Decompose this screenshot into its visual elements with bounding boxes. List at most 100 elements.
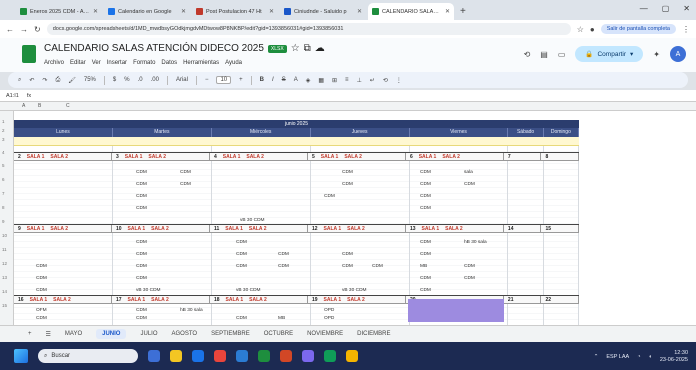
day-cell[interactable]: 18 SALA 1 SALA 2 [210, 296, 308, 303]
day-cell[interactable]: 3 SALA 1 SALA 2 [112, 153, 210, 160]
booking-entry[interactable]: CDM [324, 194, 335, 199]
day-cell[interactable]: 12 SALA 1 SALA 2 [308, 225, 406, 232]
word-icon[interactable] [236, 350, 248, 362]
day-cell[interactable]: 17 SALA 1 SALA 2 [112, 296, 210, 303]
search-menus-icon[interactable]: ⌕ [18, 77, 21, 84]
booking-entry[interactable]: CDM [236, 264, 247, 269]
maximize-icon[interactable]: ▢ [662, 4, 670, 13]
sheet-tab-julio[interactable]: JULIO [140, 331, 157, 337]
decimal-decrease-icon[interactable]: .0 [138, 77, 143, 83]
day-cell[interactable]: 19 SALA 1 SALA 2 [308, 296, 406, 303]
browser-tab-2[interactable]: Post Postulacion 47 Ht ✕ [192, 3, 278, 20]
booking-entry[interactable]: CDM [420, 206, 431, 211]
booking-entry[interactable]: CDM [36, 264, 47, 269]
move-folder-icon[interactable]: ⧉ [304, 43, 311, 54]
fill-color-icon[interactable]: ◈ [306, 77, 311, 84]
history-icon[interactable]: ⟲ [524, 50, 531, 59]
booking-entry[interactable]: CDM [136, 170, 147, 175]
booking-entry[interactable]: CDM [420, 252, 431, 257]
wrap-icon[interactable]: ↵ [370, 77, 375, 84]
task-view-icon[interactable] [148, 350, 160, 362]
sheet-tab-septiembre[interactable]: SEPTIEMBRE [211, 331, 250, 337]
wifi-icon[interactable]: ◔ [637, 354, 640, 360]
day-cell[interactable]: 13 SALA 1 SALA 2 [406, 225, 504, 232]
booking-entry[interactable]: CDM [342, 170, 353, 175]
row-number[interactable]: 8 [2, 205, 5, 210]
menu-formato[interactable]: Formato [133, 60, 155, 66]
language-indicator[interactable]: ESP LAA [606, 354, 629, 360]
share-button[interactable]: 🔒 Compartir ▾ [575, 46, 644, 62]
file-explorer-icon[interactable] [170, 350, 182, 362]
powerpoint-icon[interactable] [280, 350, 292, 362]
rotate-icon[interactable]: ⟲ [383, 77, 388, 84]
booking-entry[interactable]: CDM [136, 308, 147, 313]
percent-icon[interactable]: % [124, 77, 129, 83]
booking-entry[interactable]: CDM [236, 240, 247, 245]
booking-entry[interactable]: vB 30 CDM [136, 288, 161, 293]
strikethrough-icon[interactable]: S [282, 77, 286, 83]
booking-entry[interactable]: CDM [420, 182, 431, 187]
booking-entry[interactable]: CDM [420, 240, 431, 245]
currency-icon[interactable]: $ [113, 77, 116, 83]
booking-entry[interactable]: CDM [180, 170, 191, 175]
font-size-increase-icon[interactable]: + [239, 77, 243, 83]
font-size-input[interactable]: 10 [216, 76, 232, 84]
row-number[interactable]: 5 [2, 163, 5, 168]
row-number[interactable]: 2 [2, 128, 5, 133]
borders-icon[interactable]: ▦ [318, 77, 324, 84]
booking-entry[interactable]: CDM [36, 316, 47, 321]
sheet-tab-mayo[interactable]: MAYO [65, 331, 82, 337]
row-number[interactable]: 14 [2, 289, 7, 294]
browser-tab-0[interactable]: Eneros 2025 CDM - Arqu ✕ [16, 3, 102, 20]
sheet-tab-diciembre[interactable]: DICIEMBRE [357, 331, 390, 337]
sheet-tab-noviembre[interactable]: NOVIEMBRE [307, 331, 343, 337]
booking-entry[interactable]: hB 30 sala [464, 240, 487, 245]
booking-entry[interactable]: hB 30 sala [180, 308, 203, 313]
teams-icon[interactable] [302, 350, 314, 362]
column-header-a[interactable]: A [22, 103, 25, 109]
day-cell[interactable]: 9 SALA 1 SALA 2 [14, 225, 112, 232]
windows-start-icon[interactable] [14, 349, 28, 363]
booking-entry[interactable]: CDM [136, 182, 147, 187]
booking-entry[interactable]: CDM [136, 276, 147, 281]
booking-entry[interactable]: CDM [236, 252, 247, 257]
forward-icon[interactable]: → [20, 25, 28, 34]
booking-entry[interactable]: CDM [136, 264, 147, 269]
day-cell[interactable]: 16 SALA 1 SALA 2 [14, 296, 112, 303]
day-cell[interactable]: 8 [541, 153, 580, 160]
print-icon[interactable]: ⎙ [55, 77, 60, 84]
row-number[interactable]: 4 [2, 150, 5, 155]
chevron-up-icon[interactable]: ⌃ [594, 354, 599, 360]
comment-icon[interactable]: ▤ [540, 50, 548, 59]
booking-entry[interactable]: OPD [324, 308, 334, 313]
booking-entry[interactable]: CDM [342, 252, 353, 257]
redo-icon[interactable]: ↷ [42, 77, 47, 84]
name-box[interactable]: A1:I1 [6, 93, 19, 99]
close-window-icon[interactable]: ✕ [683, 4, 690, 13]
sheet-tab-agosto[interactable]: AGOSTO [172, 331, 198, 337]
booking-entry[interactable]: sala [464, 170, 473, 175]
menu-ayuda[interactable]: Ayuda [225, 60, 242, 66]
sheets-logo-icon[interactable] [22, 45, 36, 63]
row-number[interactable]: 1 [2, 119, 5, 124]
close-icon[interactable]: ✕ [181, 8, 186, 15]
booking-entry[interactable]: CDM [136, 206, 147, 211]
text-color-icon[interactable]: A [294, 77, 298, 83]
menu-archivo[interactable]: Archivo [44, 60, 64, 66]
merge-cells-icon[interactable]: ⊞ [332, 77, 337, 84]
row-number[interactable]: 6 [2, 177, 5, 182]
row-number[interactable]: 3 [2, 137, 5, 142]
booking-entry[interactable]: CDM [278, 252, 289, 257]
app-icon[interactable] [324, 350, 336, 362]
day-cell[interactable]: 2 SALA 1 SALA 2 [14, 153, 112, 160]
kebab-menu-icon[interactable]: ⋮ [682, 25, 690, 34]
booking-entry[interactable]: OPD [324, 316, 334, 321]
booking-entry[interactable]: vB 30 CDM [342, 288, 367, 293]
day-cell[interactable]: 15 [541, 225, 580, 232]
day-cell[interactable]: 22 [541, 296, 580, 303]
italic-icon[interactable]: I [272, 77, 274, 83]
booking-entry[interactable]: MB [420, 264, 427, 269]
booking-entry[interactable]: CDM [464, 182, 475, 187]
booking-entry[interactable]: CDM [36, 288, 47, 293]
day-cell[interactable]: 6 SALA 1 SALA 2 [406, 153, 504, 160]
